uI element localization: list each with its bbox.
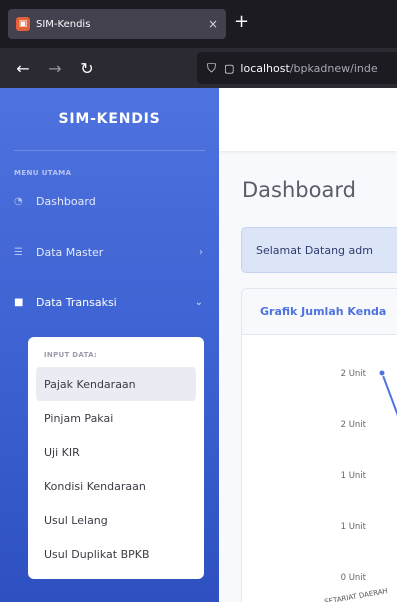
page-title: Dashboard bbox=[242, 178, 356, 202]
sidebar-item-data-master[interactable]: ☰ Data Master › bbox=[0, 230, 219, 274]
chart-card-title: Grafik Jumlah Kenda bbox=[242, 289, 397, 335]
submenu-item-uji-kir[interactable]: Uji KIR bbox=[36, 435, 196, 469]
chevron-right-icon: › bbox=[199, 246, 203, 258]
sidebar-item-label: Data Transaksi bbox=[36, 295, 117, 309]
y-tick-label: 1 Unit bbox=[341, 471, 367, 481]
submenu-item-usul-lelang[interactable]: Usul Lelang bbox=[36, 503, 196, 537]
submenu-item-usul-duplikat-bpkb[interactable]: Usul Duplikat BPKB bbox=[36, 537, 196, 571]
submenu-input-data: INPUT DATA: Pajak Kendaraan Pinjam Pakai… bbox=[28, 337, 204, 579]
sidebar-item-data-transaksi[interactable]: ■ Data Transaksi ⌄ bbox=[0, 280, 219, 324]
sidebar-item-dashboard[interactable]: ◔ Dashboard bbox=[0, 179, 219, 223]
main-content: Dashboard Selamat Datang adm Grafik Juml… bbox=[219, 88, 397, 602]
briefcase-icon: ■ bbox=[14, 296, 24, 308]
browser-tab[interactable]: ▣ SIM-Kendis × bbox=[8, 9, 226, 39]
browser-tabstrip: ▣ SIM-Kendis × + bbox=[0, 0, 397, 48]
chart-card: Grafik Jumlah Kenda 2 Unit 2 Unit 1 Unit 1 … bbox=[241, 288, 397, 602]
line-chart: 2 Unit 2 Unit 1 Unit 1 Unit 0 Unit SETARIAT D… bbox=[324, 369, 397, 602]
tab-title: SIM-Kendis bbox=[36, 18, 91, 30]
sidebar: SIM-KENDIS MENU UTAMA ◔ Dashboard ☰ Data… bbox=[0, 88, 219, 602]
sidebar-section-heading: MENU UTAMA bbox=[14, 169, 72, 177]
close-tab-icon[interactable]: × bbox=[208, 17, 218, 31]
data-point[interactable] bbox=[378, 369, 386, 377]
browser-navbar: ← → ↻ ⛉ ▢ localhost/bpkadnew/inde bbox=[0, 48, 397, 88]
y-tick-label: 1 Unit bbox=[341, 522, 367, 532]
page-icon[interactable]: ▢ bbox=[224, 62, 234, 75]
x-tick-label: SETARIAT DAERAH bbox=[324, 587, 389, 602]
forward-arrow-icon[interactable]: → bbox=[46, 59, 64, 78]
y-tick-label: 0 Unit bbox=[341, 573, 367, 583]
submenu-item-pinjam-pakai[interactable]: Pinjam Pakai bbox=[36, 401, 196, 435]
url-host: localhost bbox=[240, 61, 290, 75]
sidebar-brand[interactable]: SIM-KENDIS bbox=[0, 88, 219, 150]
sidebar-item-label: Data Master bbox=[36, 245, 104, 259]
y-tick-label: 2 Unit bbox=[341, 369, 367, 379]
reload-icon[interactable]: ↻ bbox=[78, 59, 96, 78]
new-tab-button[interactable]: + bbox=[234, 11, 249, 32]
chevron-down-icon: ⌄ bbox=[194, 296, 203, 308]
welcome-alert: Selamat Datang adm bbox=[241, 227, 397, 273]
sidebar-divider bbox=[14, 150, 205, 151]
url-path: /bpkadnew/inde bbox=[289, 61, 378, 75]
submenu-item-kondisi-kendaraan[interactable]: Kondisi Kendaraan bbox=[36, 469, 196, 503]
sidebar-item-label: Dashboard bbox=[36, 194, 96, 208]
series-line bbox=[381, 372, 397, 416]
submenu-heading: INPUT DATA: bbox=[44, 351, 98, 359]
shield-icon[interactable]: ⛉ bbox=[207, 61, 216, 76]
site-favicon-icon: ▣ bbox=[16, 17, 30, 31]
back-arrow-icon[interactable]: ← bbox=[14, 59, 32, 78]
y-tick-label: 2 Unit bbox=[341, 420, 367, 430]
address-bar[interactable]: ⛉ ▢ localhost/bpkadnew/inde bbox=[197, 52, 397, 84]
dashboard-icon: ◔ bbox=[14, 195, 23, 207]
topbar bbox=[219, 88, 397, 151]
submenu-item-pajak-kendaraan[interactable]: Pajak Kendaraan bbox=[36, 367, 196, 401]
database-icon: ☰ bbox=[14, 246, 23, 258]
